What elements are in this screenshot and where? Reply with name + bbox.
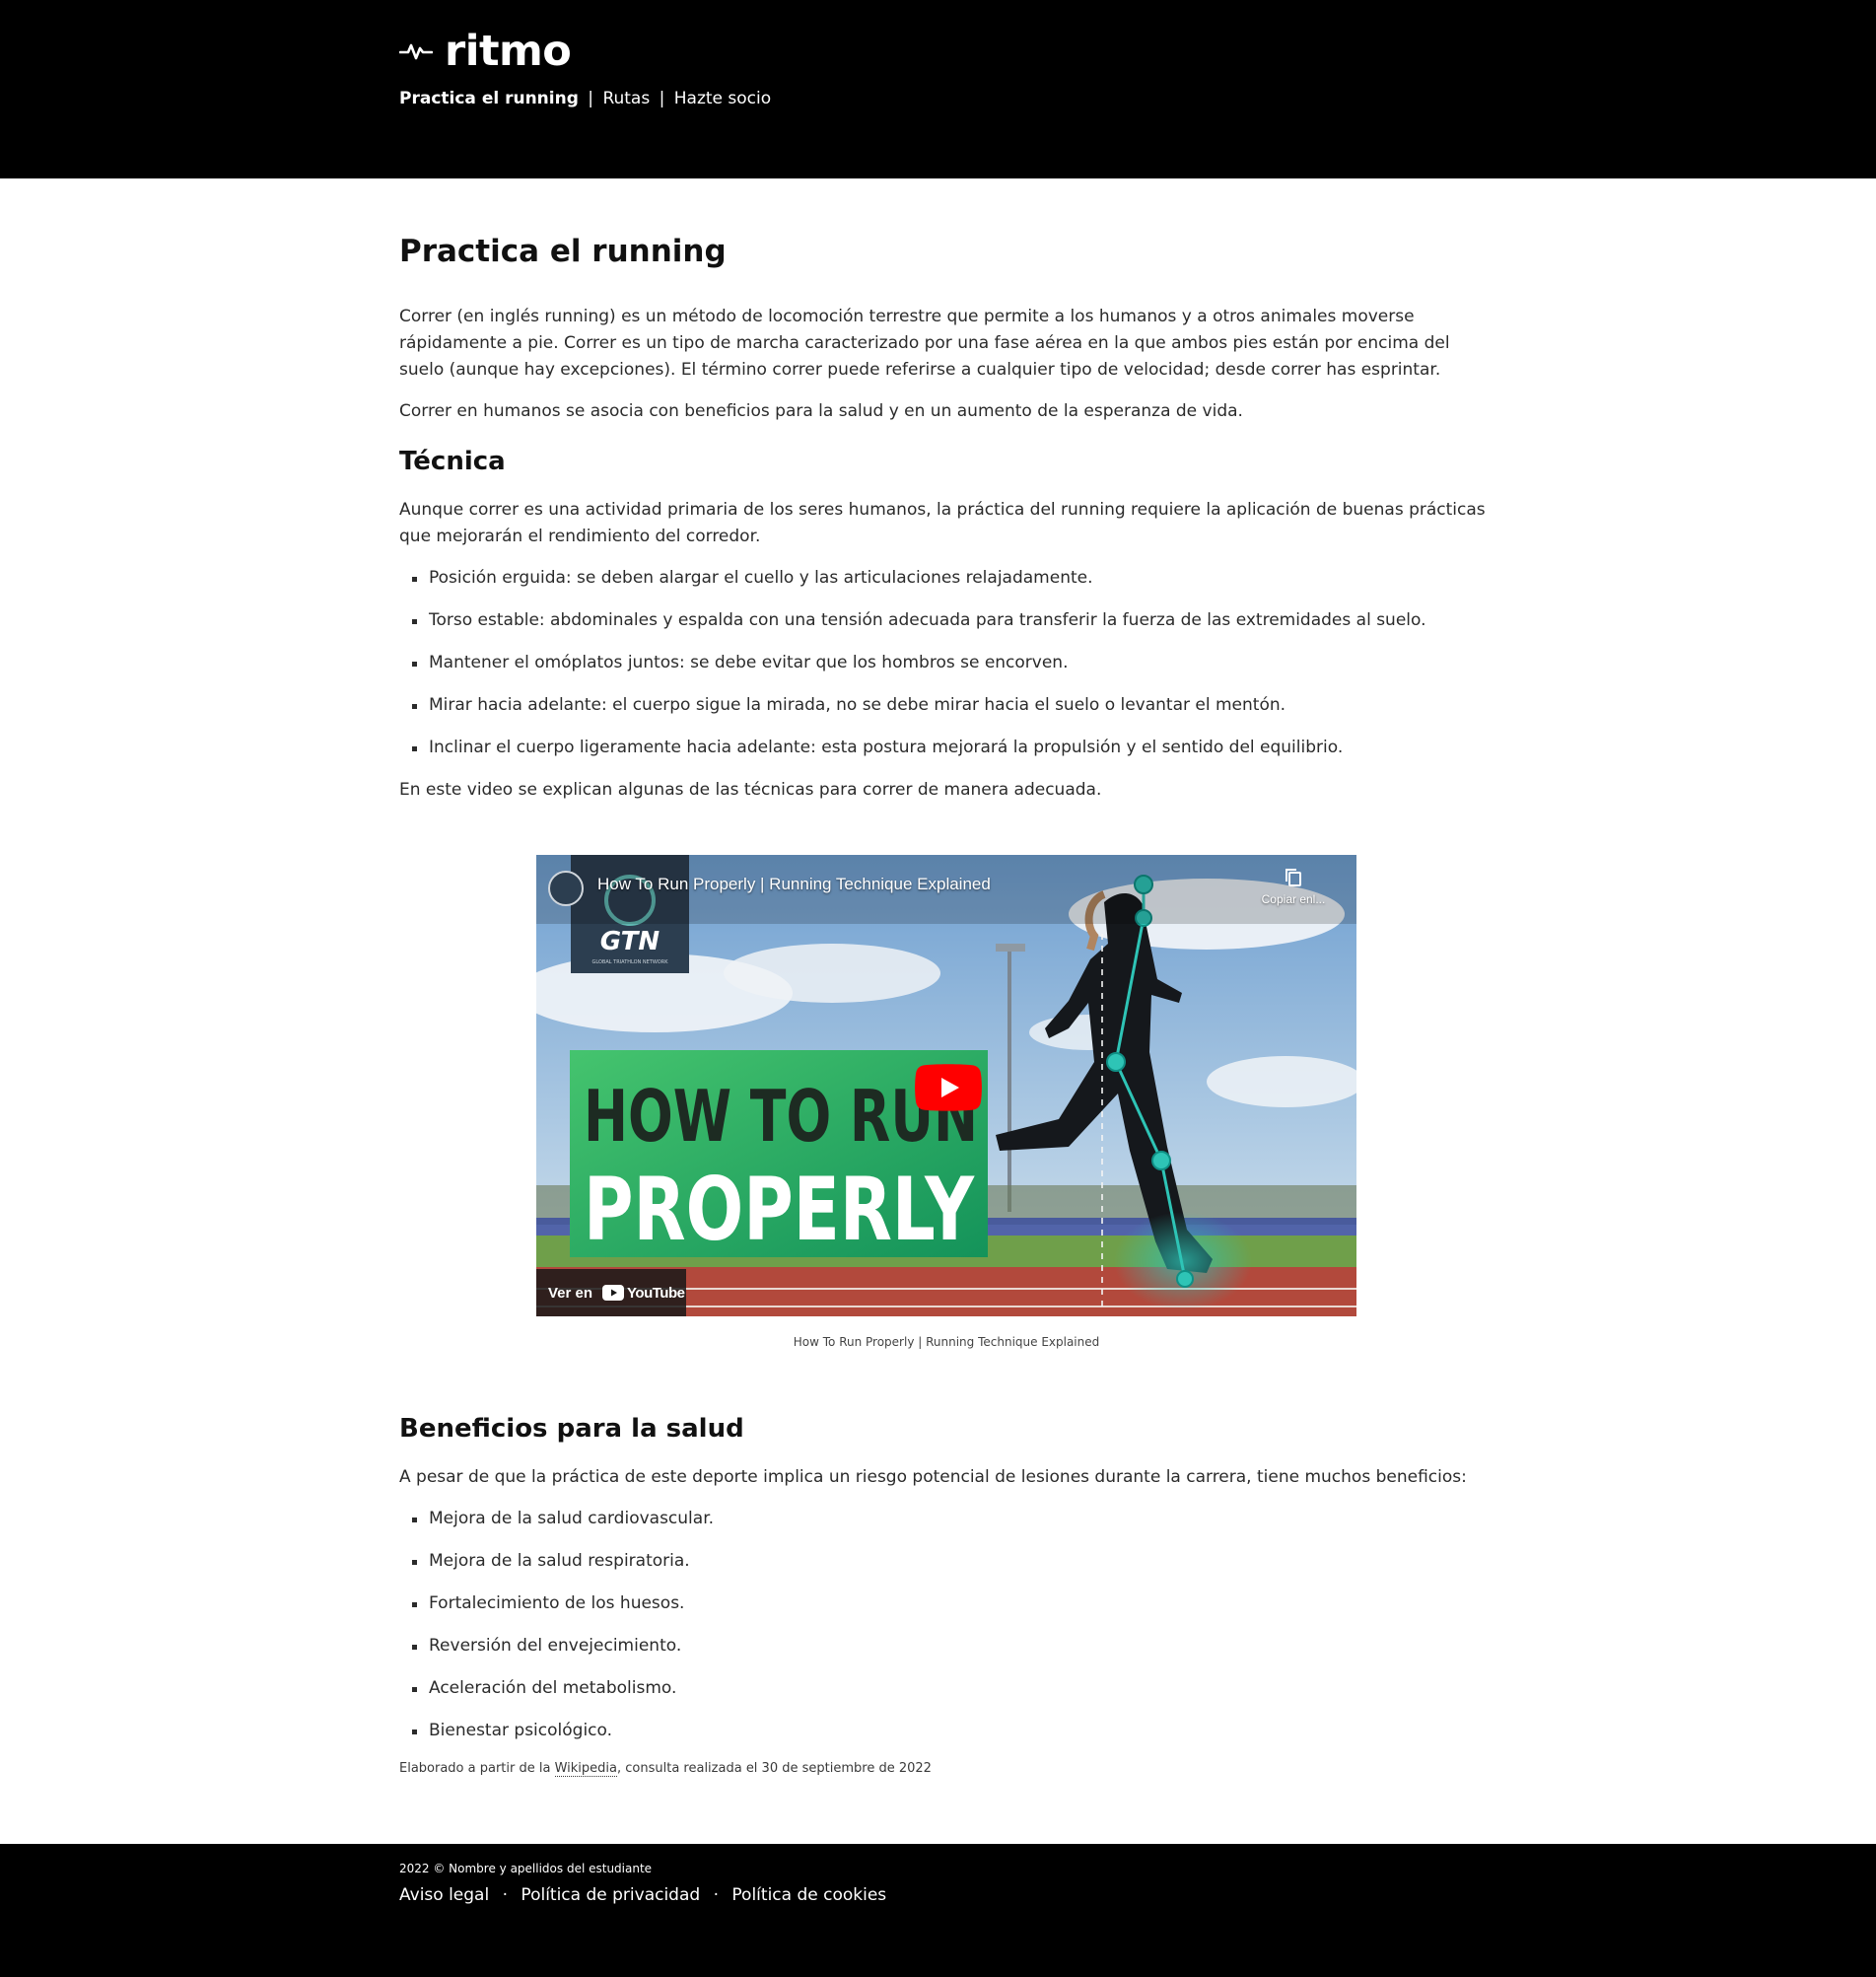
watch-on-youtube-button[interactable]: Ver en YouTube — [536, 1269, 686, 1316]
intro-paragraph: Correr (en inglés running) es un método … — [399, 307, 1450, 380]
list-item: Inclinar el cuerpo ligeramente hacia ade… — [399, 735, 1494, 761]
list-item: Fortalecimiento de los huesos. — [399, 1590, 1494, 1617]
section-heading-beneficios: Beneficios para la salud — [399, 1414, 744, 1444]
footer-link-aviso-legal[interactable]: Aviso legal — [399, 1885, 489, 1905]
copy-link-button[interactable]: Copiar enl... — [1254, 867, 1333, 906]
nav-separator: | — [659, 89, 665, 108]
tecnica-list: Posición erguida: se deben alargar el cu… — [399, 565, 1494, 761]
section-heading-tecnica: Técnica — [399, 447, 506, 476]
source-prefix: Elaborado a partir de la — [399, 1761, 555, 1776]
copy-icon — [1285, 869, 1301, 886]
video-figure: GTN GLOBAL TRIATHLON NETWORK HOW TO RUN … — [399, 855, 1494, 1350]
site-footer: 2022 © Nombre y apellidos del estudiante… — [0, 1844, 1876, 1977]
footer-separator: · — [713, 1885, 719, 1905]
page-title: Practica el running — [399, 234, 727, 269]
list-item: Torso estable: abdominales y espalda con… — [399, 607, 1494, 634]
beneficios-list: Mejora de la salud cardiovascular. Mejor… — [399, 1506, 1494, 1744]
video-title-link[interactable]: How To Run Properly | Running Technique … — [597, 875, 991, 894]
youtube-icon — [602, 1285, 625, 1301]
youtube-wordmark: YouTube — [627, 1284, 685, 1302]
thumbnail-headline: PROPERLY — [584, 1159, 975, 1260]
watch-on-label: Ver en — [548, 1284, 593, 1302]
nav-link-practica[interactable]: Practica el running — [399, 89, 579, 108]
footer-link-privacidad[interactable]: Política de privacidad — [521, 1885, 700, 1905]
youtube-embed[interactable]: GTN GLOBAL TRIATHLON NETWORK HOW TO RUN … — [536, 855, 1356, 1316]
tecnica-intro: Aunque correr es una actividad primaria … — [399, 500, 1486, 546]
intro-paragraph: Correr en humanos se asocia con benefici… — [399, 401, 1243, 421]
wikipedia-link[interactable]: Wikipedia — [554, 1761, 617, 1777]
site-header: ritmo Practica el running | Rutas | Hazt… — [0, 0, 1876, 178]
youtube-logo: YouTube — [602, 1284, 685, 1302]
list-item: Posición erguida: se deben alargar el cu… — [399, 565, 1494, 592]
list-item: Reversión del envejecimiento. — [399, 1633, 1494, 1659]
list-item: Aceleración del metabolismo. — [399, 1675, 1494, 1702]
nav-separator: | — [588, 89, 594, 108]
channel-avatar-icon[interactable] — [548, 871, 584, 906]
nav-link-hazte-socio[interactable]: Hazte socio — [674, 89, 771, 108]
source-suffix: , consulta realizada el 30 de septiembre… — [617, 1761, 932, 1776]
channel-tagline: GLOBAL TRIATHLON NETWORK — [592, 959, 669, 965]
list-item: Mirar hacia adelante: el cuerpo sigue la… — [399, 692, 1494, 719]
copy-link-label: Copiar enl... — [1261, 892, 1326, 906]
source-note: Elaborado a partir de la Wikipedia, cons… — [399, 1760, 1494, 1778]
list-item: Bienestar psicológico. — [399, 1718, 1494, 1744]
pulse-icon — [399, 43, 433, 60]
copyright-text: 2022 © Nombre y apellidos del estudiante — [399, 1862, 653, 1875]
beneficios-intro: A pesar de que la práctica de este depor… — [399, 1467, 1467, 1487]
list-item: Mantener el omóplatos juntos: se debe ev… — [399, 650, 1494, 676]
nav-link-rutas[interactable]: Rutas — [602, 89, 650, 108]
brand-name: ritmo — [445, 27, 572, 76]
site-logo[interactable]: ritmo — [399, 22, 572, 81]
play-button-icon[interactable] — [915, 1064, 982, 1111]
footer-nav: Aviso legal · Política de privacidad · P… — [399, 1883, 886, 1907]
main-content: Practica el running Correr (en inglés ru… — [399, 178, 1494, 1778]
list-item: Mejora de la salud cardiovascular. — [399, 1506, 1494, 1532]
video-intro: En este video se explican algunas de las… — [399, 780, 1102, 800]
list-item: Mejora de la salud respiratoria. — [399, 1548, 1494, 1575]
channel-logo-text: GTN — [600, 927, 660, 956]
video-caption: How To Run Properly | Running Technique … — [793, 1335, 1100, 1349]
footer-separator: · — [502, 1885, 509, 1905]
footer-link-cookies[interactable]: Política de cookies — [731, 1885, 886, 1905]
main-nav: Practica el running | Rutas | Hazte soci… — [399, 87, 771, 110]
